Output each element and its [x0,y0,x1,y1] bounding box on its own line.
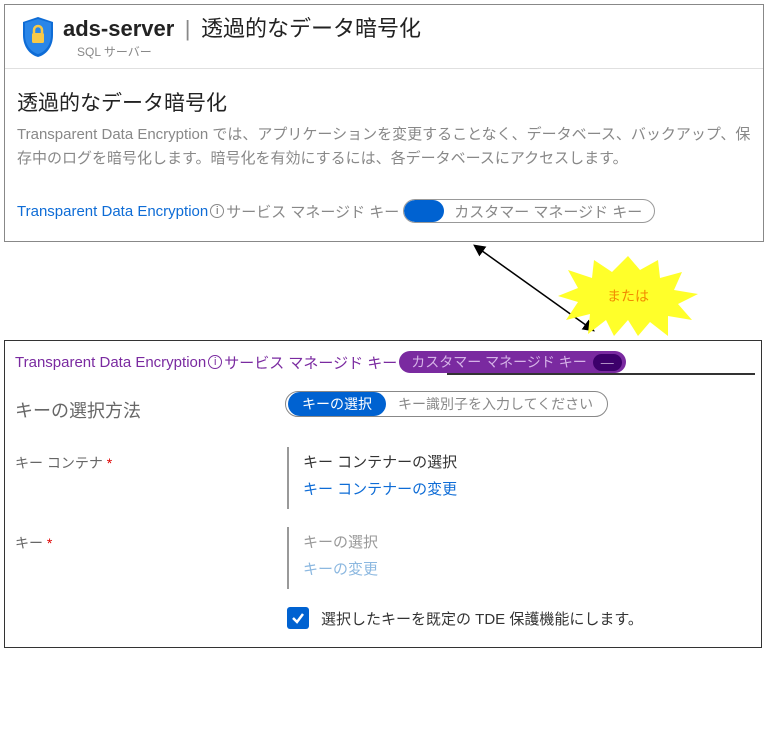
service-managed-key-label-2: サービス マネージド キー [224,352,397,373]
enter-key-id-option: キー識別子を入力してください [398,394,593,414]
underline-annotation [447,373,755,375]
toggle-handle-2: — [593,354,622,371]
key-label: キー * [15,527,285,553]
server-name: ads-server [63,16,174,41]
key-container-label: キー コンテナ * [15,447,285,473]
connector-annotation: または [0,246,760,340]
select-key-option: キーの選択 [288,392,386,416]
header-text-block: ads-server | 透過的なデータ暗号化 SQL サーバー [63,11,757,68]
toggle-handle [404,200,444,222]
key-title: キーの選択 [303,531,378,552]
key-container-title: キー コンテナーの選択 [303,451,457,472]
or-label: または [607,286,649,306]
key-mode-row-2: Transparent Data Encryption i サービス マネージド… [5,341,761,379]
default-tde-label: 選択したキーを既定の TDE 保護機能にします。 [321,608,643,629]
info-icon-2[interactable]: i [208,355,222,369]
key-block: キーの選択 キーの変更 [287,527,378,589]
required-asterisk: * [103,455,112,471]
key-container-block: キー コンテナーの選択 キー コンテナーの変更 [287,447,457,509]
tde-overview-panel: ads-server | 透過的なデータ暗号化 SQL サーバー 透過的なデータ… [4,4,764,242]
key-container-row: キー コンテナ * キー コンテナーの選択 キー コンテナーの変更 [5,423,761,509]
customer-managed-key-option-2: カスタマー マネージド キー [411,352,593,372]
selection-method-label: キーの選択方法 [15,391,285,423]
customer-managed-key-panel: Transparent Data Encryption i サービス マネージド… [4,340,762,648]
shield-icon [13,11,63,64]
required-asterisk-2: * [43,535,52,551]
selection-method-toggle[interactable]: キーの選択 キー識別子を入力してください [285,391,608,417]
key-mode-row: Transparent Data Encryption i サービス マネージド… [5,171,763,223]
resource-type: SQL サーバー [77,43,757,60]
tde-link-2[interactable]: Transparent Data Encryption [15,354,206,371]
section-heading: 透過的なデータ暗号化 [5,69,763,123]
page-title: 透過的なデータ暗号化 [201,16,421,41]
key-mode-toggle-2[interactable]: カスタマー マネージド キー — [399,351,626,373]
default-tde-checkbox[interactable] [287,607,309,629]
change-key-link[interactable]: キーの変更 [303,552,378,579]
key-mode-toggle[interactable]: カスタマー マネージド キー [403,199,655,223]
section-description: Transparent Data Encryption では、アプリケーションを… [5,123,763,171]
default-tde-protector-row: 選択したキーを既定の TDE 保護機能にします。 [5,589,761,629]
info-icon[interactable]: i [210,204,224,218]
or-starburst: または [558,256,698,336]
key-row: キー * キーの選択 キーの変更 [5,509,761,589]
tde-link[interactable]: Transparent Data Encryption [17,203,208,220]
customer-managed-key-option: カスタマー マネージド キー [454,201,642,222]
service-managed-key-label: サービス マネージド キー [226,201,399,222]
selection-method-row: キーの選択方法 キーの選択 キー識別子を入力してください [5,379,761,423]
title-separator: | [179,16,197,41]
change-key-container-link[interactable]: キー コンテナーの変更 [303,472,457,499]
panel-header: ads-server | 透過的なデータ暗号化 SQL サーバー [5,5,763,69]
